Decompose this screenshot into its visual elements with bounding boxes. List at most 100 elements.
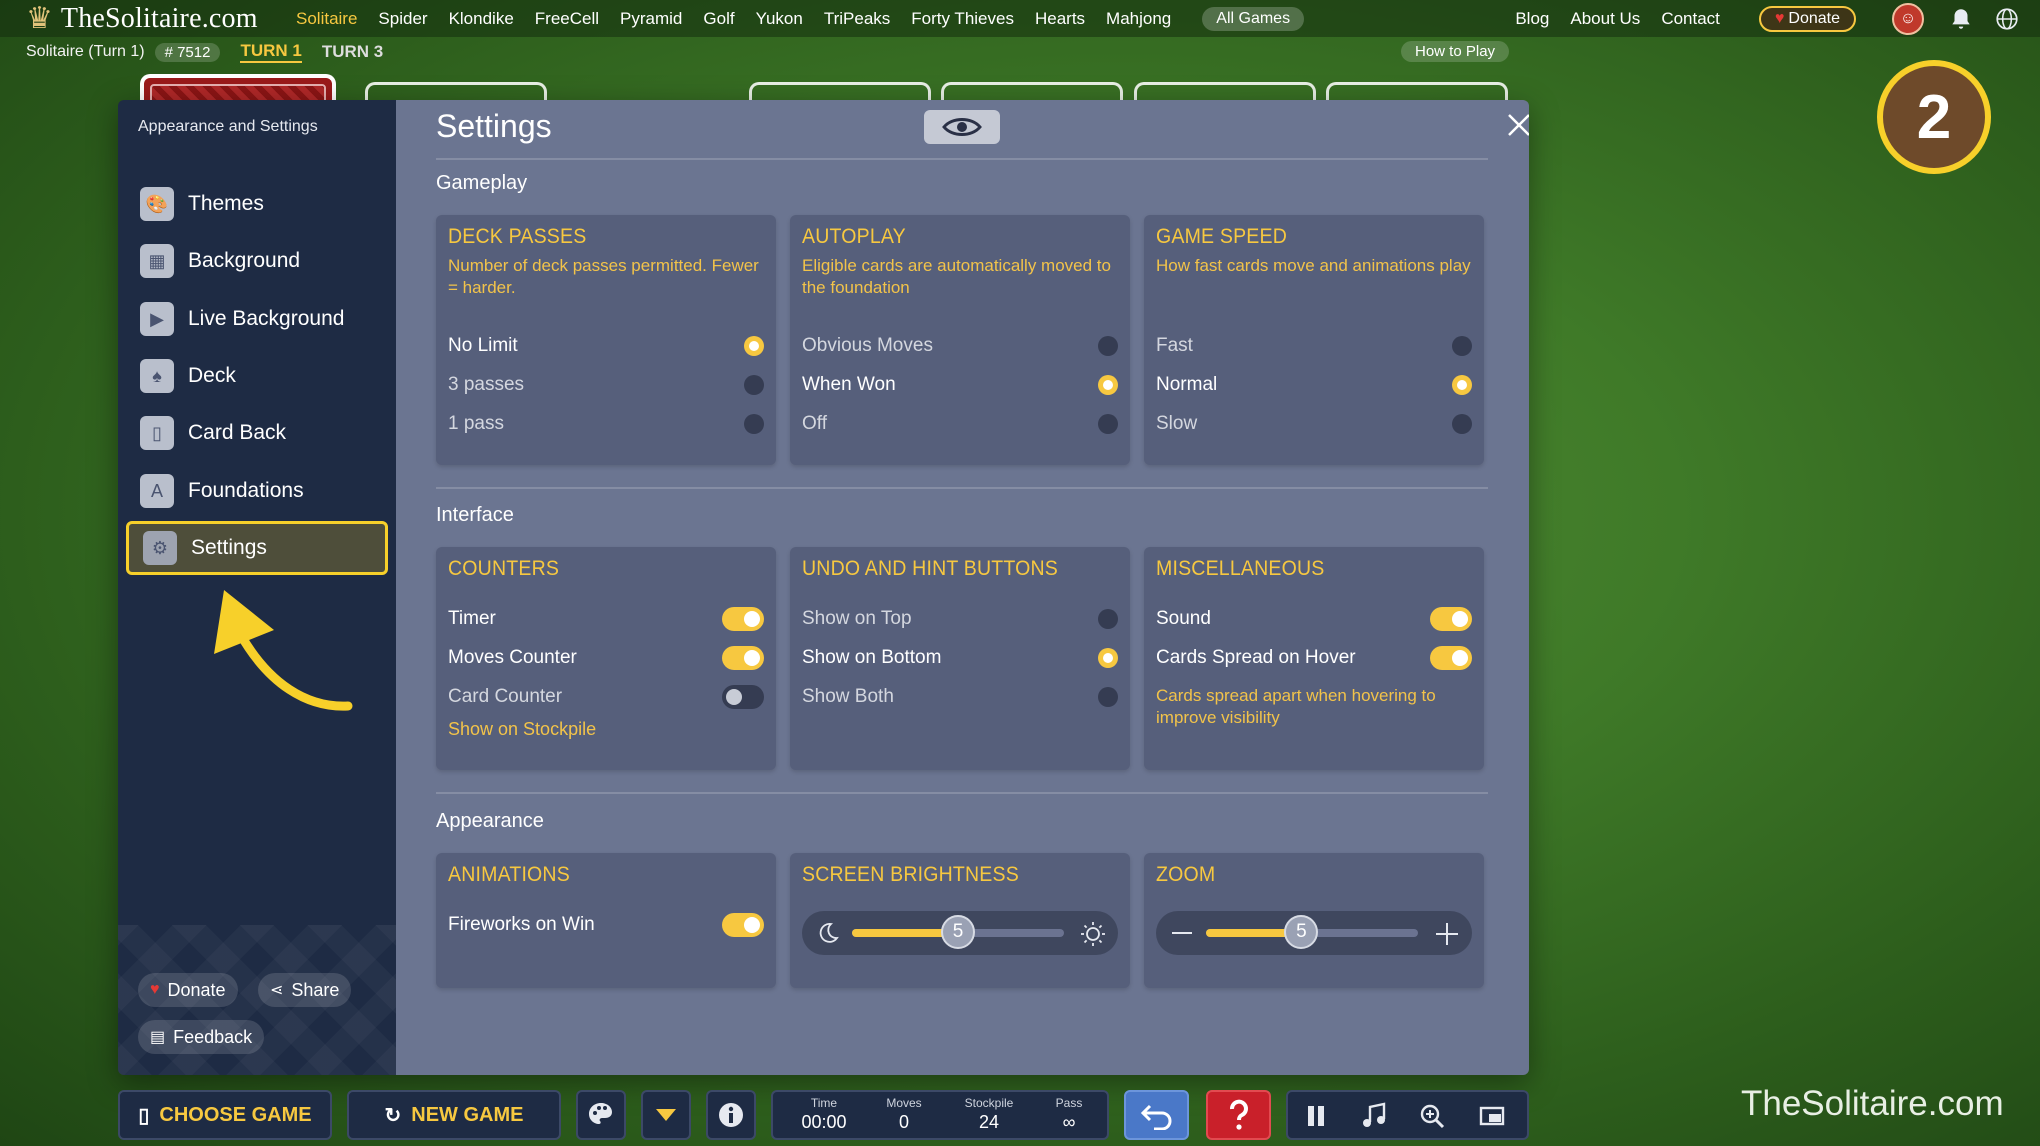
zoom-slider[interactable]: 5 bbox=[1156, 911, 1472, 955]
nav-forty-thieves[interactable]: Forty Thieves bbox=[911, 9, 1014, 29]
nav-about-us[interactable]: About Us bbox=[1570, 9, 1640, 29]
option-fast[interactable]: Fast bbox=[1156, 331, 1472, 361]
nav-freecell[interactable]: FreeCell bbox=[535, 9, 599, 29]
option-off[interactable]: Off bbox=[802, 409, 1118, 439]
palette-icon: 🎨 bbox=[140, 187, 174, 221]
nav-blog[interactable]: Blog bbox=[1515, 9, 1549, 29]
game-number-badge[interactable]: # 7512 bbox=[154, 42, 221, 62]
donate-button[interactable]: ♥ Donate bbox=[1758, 5, 1856, 32]
radio-unchecked[interactable] bbox=[1098, 687, 1118, 707]
all-games-button[interactable]: All Games bbox=[1202, 6, 1305, 31]
toggle-row-moves-counter[interactable]: Moves Counter bbox=[448, 643, 764, 673]
sidebar-item-settings[interactable]: ⚙ Settings bbox=[126, 521, 388, 575]
eye-icon bbox=[942, 118, 982, 136]
new-game-button[interactable]: ↻ NEW GAME bbox=[347, 1090, 561, 1140]
pause-icon[interactable] bbox=[1302, 1102, 1330, 1130]
option-show-both[interactable]: Show Both bbox=[802, 682, 1118, 712]
option-show-on-top[interactable]: Show on Top bbox=[802, 604, 1118, 634]
radio-unchecked[interactable] bbox=[1098, 414, 1118, 434]
sidebar-item-card-back[interactable]: ▯ Card Back bbox=[126, 408, 388, 458]
toggle-row-timer[interactable]: Timer bbox=[448, 604, 764, 634]
sidebar-feedback-button[interactable]: ▤ Feedback bbox=[138, 1020, 265, 1054]
plus-icon[interactable] bbox=[1434, 921, 1460, 947]
toggle-switch-off[interactable] bbox=[722, 685, 764, 709]
sidebar-item-themes[interactable]: 🎨 Themes bbox=[126, 179, 388, 229]
nav-tripeaks[interactable]: TriPeaks bbox=[824, 9, 890, 29]
nav-contact[interactable]: Contact bbox=[1661, 9, 1720, 29]
toggle-row-fireworks[interactable]: Fireworks on Win bbox=[448, 910, 764, 940]
zoom-in-icon[interactable] bbox=[1418, 1102, 1446, 1130]
radio-unchecked[interactable] bbox=[1452, 336, 1472, 356]
show-on-stockpile-link[interactable]: Show on Stockpile bbox=[448, 719, 596, 740]
option-slow[interactable]: Slow bbox=[1156, 409, 1472, 439]
sidebar-item-background[interactable]: ▦ Background bbox=[126, 236, 388, 286]
radio-checked[interactable] bbox=[1098, 375, 1118, 395]
nav-yukon[interactable]: Yukon bbox=[756, 9, 803, 29]
nav-solitaire[interactable]: Solitaire bbox=[296, 9, 357, 29]
globe-icon[interactable] bbox=[1994, 6, 2020, 32]
how-to-play-button[interactable]: How to Play bbox=[1401, 41, 1510, 62]
toggle-switch-on[interactable] bbox=[1430, 607, 1472, 631]
bell-icon[interactable] bbox=[1948, 6, 1974, 32]
minus-icon[interactable] bbox=[1170, 921, 1194, 945]
option-show-on-bottom[interactable]: Show on Bottom bbox=[802, 643, 1118, 673]
option-3-passes[interactable]: 3 passes bbox=[448, 370, 764, 400]
choose-game-button[interactable]: ▯ CHOOSE GAME bbox=[118, 1090, 332, 1140]
sidebar-item-live-background[interactable]: ▶ Live Background bbox=[126, 294, 388, 344]
undo-button[interactable] bbox=[1124, 1090, 1189, 1140]
radio-unchecked[interactable] bbox=[744, 414, 764, 434]
radio-checked[interactable] bbox=[1098, 648, 1118, 668]
crown-icon: ♛ bbox=[26, 1, 53, 35]
option-no-limit[interactable]: No Limit bbox=[448, 331, 764, 361]
option-when-won[interactable]: When Won bbox=[802, 370, 1118, 400]
themes-button[interactable] bbox=[576, 1090, 626, 1140]
toggle-switch-on[interactable] bbox=[722, 646, 764, 670]
nav-spider[interactable]: Spider bbox=[378, 9, 427, 29]
brightness-slider[interactable]: 5 bbox=[802, 911, 1118, 955]
toggle-switch-on[interactable] bbox=[722, 913, 764, 937]
sidebar-share-button[interactable]: ⋖ Share bbox=[258, 973, 352, 1007]
info-button[interactable] bbox=[706, 1090, 756, 1140]
toggle-label: Cards Spread on Hover bbox=[1156, 647, 1356, 668]
slider-thumb[interactable]: 5 bbox=[941, 915, 975, 949]
sidebar-item-foundations[interactable]: A Foundations bbox=[126, 466, 388, 516]
nav-pyramid[interactable]: Pyramid bbox=[620, 9, 682, 29]
slider-thumb[interactable]: 5 bbox=[1284, 915, 1319, 949]
toggle-row-card-counter[interactable]: Card Counter bbox=[448, 682, 764, 712]
toggle-switch-on[interactable] bbox=[1430, 646, 1472, 670]
preview-eye-button[interactable] bbox=[924, 110, 1000, 144]
radio-unchecked[interactable] bbox=[744, 375, 764, 395]
option-1-pass[interactable]: 1 pass bbox=[448, 409, 764, 439]
nav-klondike[interactable]: Klondike bbox=[449, 9, 514, 29]
option-normal[interactable]: Normal bbox=[1156, 370, 1472, 400]
fullscreen-icon[interactable] bbox=[1478, 1102, 1506, 1130]
radio-unchecked[interactable] bbox=[1098, 609, 1118, 629]
hint-button[interactable] bbox=[1206, 1090, 1271, 1140]
toggle-switch-on[interactable] bbox=[722, 607, 764, 631]
option-obvious-moves[interactable]: Obvious Moves bbox=[802, 331, 1118, 361]
slider-track[interactable]: 5 bbox=[852, 915, 1064, 949]
nav-hearts[interactable]: Hearts bbox=[1035, 9, 1085, 29]
nav-mahjong[interactable]: Mahjong bbox=[1106, 9, 1171, 29]
sun-icon bbox=[1081, 922, 1105, 946]
turn3-tab[interactable]: TURN 3 bbox=[322, 42, 383, 62]
turn1-tab[interactable]: TURN 1 bbox=[240, 41, 302, 63]
option-label: Off bbox=[802, 413, 827, 434]
more-dropdown-button[interactable] bbox=[641, 1090, 691, 1140]
radio-unchecked[interactable] bbox=[1098, 336, 1118, 356]
radio-checked[interactable] bbox=[744, 336, 764, 356]
music-icon[interactable] bbox=[1360, 1102, 1388, 1130]
toggle-row-cards-spread[interactable]: Cards Spread on Hover bbox=[1156, 643, 1472, 673]
site-logo[interactable]: ♛ TheSolitaire.com bbox=[26, 3, 296, 35]
user-avatar[interactable]: ☺ bbox=[1892, 2, 1924, 35]
radio-unchecked[interactable] bbox=[1452, 414, 1472, 434]
radio-checked[interactable] bbox=[1452, 375, 1472, 395]
sidebar-donate-button[interactable]: ♥ Donate bbox=[138, 973, 238, 1007]
card-title: ANIMATIONS bbox=[448, 863, 570, 886]
close-button[interactable] bbox=[1502, 108, 1529, 142]
sidebar-item-deck[interactable]: ♠ Deck bbox=[126, 351, 388, 401]
stat-label: Time bbox=[810, 1096, 838, 1110]
toggle-row-sound[interactable]: Sound bbox=[1156, 604, 1472, 634]
nav-golf[interactable]: Golf bbox=[703, 9, 734, 29]
slider-track[interactable]: 5 bbox=[1206, 915, 1418, 949]
